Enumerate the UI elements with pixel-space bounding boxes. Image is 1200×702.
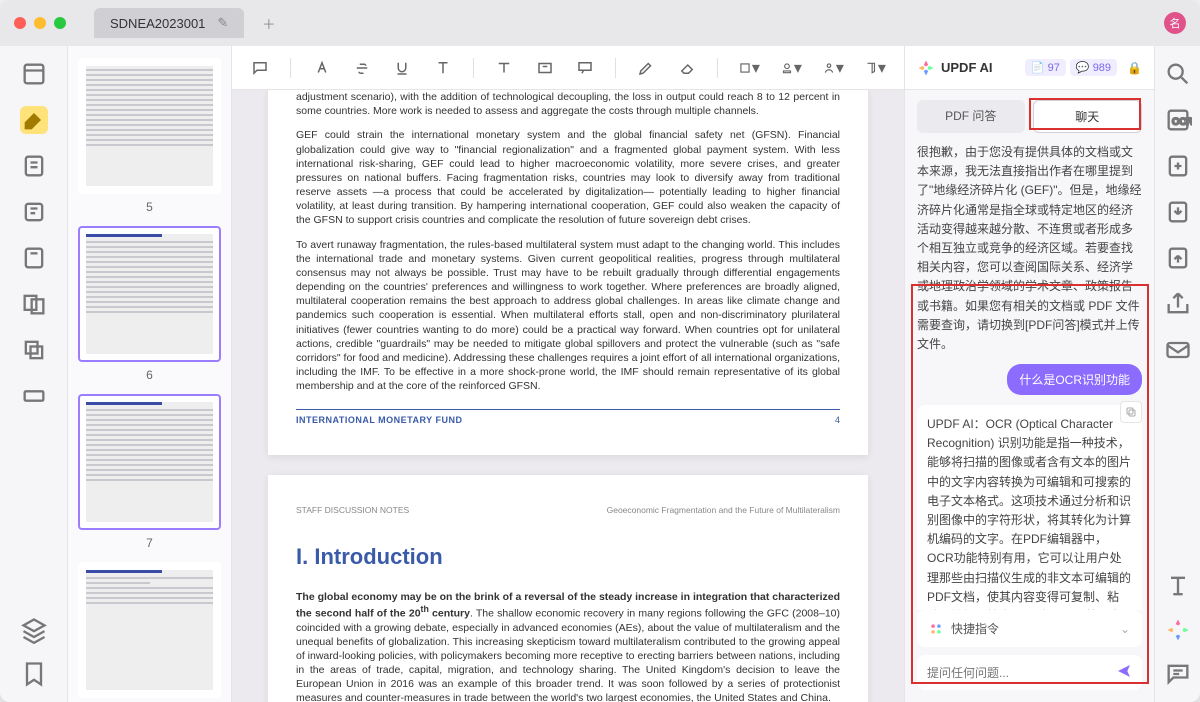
copy-icon[interactable] [1120,401,1142,423]
tab-chat[interactable]: 聊天 [1033,100,1143,133]
upload-icon[interactable] [1164,244,1192,272]
page-thumb[interactable] [78,394,221,530]
underline-icon[interactable] [392,57,412,79]
textbox-icon[interactable] [534,57,554,79]
callout-icon[interactable] [575,57,595,79]
quick-label: 快捷指令 [951,620,999,637]
chat-icon[interactable] [1164,660,1192,688]
page-organize-icon[interactable] [20,290,48,318]
search-icon[interactable] [1164,60,1192,88]
highlight-icon[interactable] [20,106,48,134]
body-text: To avert runaway fragmentation, the rule… [296,238,840,394]
ai-message: 很抱歉，由于您没有提供具体的文档或文本来源，我无法直接指出作者在哪里提到了"地缘… [917,143,1142,354]
format-toolbar: ▾ ▾ ▾ ▾ [232,46,904,90]
ai-answer-text: UPDF AI：OCR (Optical Character Recogniti… [927,415,1132,610]
eraser-icon[interactable] [677,57,697,79]
sticker-icon[interactable]: ▾ [864,57,886,79]
pdf-page: STAFF DISCUSSION NOTES Geoeconomic Fragm… [268,475,868,702]
section-heading: I. Introduction [296,542,840,572]
updf-ai-logo-icon [917,59,935,77]
chevron-down-icon: ⌄ [1120,622,1130,636]
header-left: STAFF DISCUSSION NOTES [296,505,409,516]
body-text: The global economy may be on the brink o… [296,590,840,702]
tab-pdf-qa[interactable]: PDF 问答 [917,100,1025,133]
ai-panel-title: UPDF AI [941,60,993,75]
header-right: Geoeconomic Fragmentation and the Future… [607,505,840,516]
ai-message-card: UPDF AI：OCR (Optical Character Recogniti… [917,405,1142,610]
lock-icon[interactable]: 🔒 [1127,61,1142,75]
sparkle-icon [929,622,943,636]
layers-icon[interactable] [20,616,48,644]
note-icon[interactable] [20,152,48,180]
crop-icon[interactable] [20,336,48,364]
thumb-number: 7 [78,536,221,550]
user-message: 什么是OCR识别功能 [917,364,1142,395]
credit-badge[interactable]: 💬 989 [1070,59,1117,76]
minimize-window[interactable] [34,17,46,29]
form-icon[interactable] [20,198,48,226]
quick-commands[interactable]: 快捷指令 ⌄ [917,610,1142,647]
tab-title: SDNEA2023001 [110,16,205,31]
thumbnail-panel: 5 6 7 8 [68,46,232,702]
text-style-icon[interactable] [433,57,453,79]
text-tool-icon[interactable] [1164,572,1192,600]
left-tool-rail [0,46,68,702]
page-viewport[interactable]: adjustment scenario), with the addition … [232,90,904,702]
shape-icon[interactable]: ▾ [738,57,760,79]
email-icon[interactable] [1164,336,1192,364]
page-thumb[interactable] [78,58,221,194]
svg-text:OCR: OCR [1172,117,1192,127]
page-thumb[interactable] [78,562,221,698]
body-text: adjustment scenario), with the addition … [296,90,840,118]
comment-icon[interactable] [250,57,270,79]
close-window[interactable] [14,17,26,29]
chat-scroll[interactable]: 很抱歉，由于您没有提供具体的文档或文本来源，我无法直接指出作者在哪里提到了"地缘… [905,143,1154,610]
ocr-icon[interactable]: OCR [1164,106,1192,134]
right-tool-rail: OCR [1154,46,1200,702]
signature-icon[interactable]: ▾ [822,57,844,79]
footer-left: INTERNATIONAL MONETARY FUND [296,414,463,426]
ai-side-panel: UPDF AI 📄 97 💬 989 🔒 PDF 问答 聊天 很抱歉，由于您没有… [904,46,1154,702]
send-icon[interactable] [1116,663,1132,682]
thumbnails-icon[interactable] [20,60,48,88]
edit-text-icon[interactable] [20,244,48,272]
thumb-number: 6 [78,368,221,382]
ai-icon[interactable] [1164,616,1192,644]
export-icon[interactable] [1164,198,1192,226]
body-text: GEF could strain the international monet… [296,128,840,227]
text-icon[interactable] [494,57,514,79]
bookmark-icon[interactable] [20,660,48,688]
pdf-page: adjustment scenario), with the addition … [268,90,868,455]
pencil-icon[interactable] [636,57,656,79]
chat-input[interactable] [927,666,1116,680]
maximize-window[interactable] [54,17,66,29]
titlebar: SDNEA2023001 ✎ ＋ 名 [0,0,1200,46]
share-icon[interactable] [1164,290,1192,318]
add-tab-icon[interactable]: ＋ [262,14,275,33]
document-tab[interactable]: SDNEA2023001 ✎ [94,8,244,38]
strikethrough-icon[interactable] [352,57,372,79]
thumb-number: 5 [78,200,221,214]
redact-icon[interactable] [20,382,48,410]
add-page-icon[interactable] [1164,152,1192,180]
chat-input-row [917,655,1142,690]
page-number: 4 [835,414,840,426]
edit-tab-icon[interactable]: ✎ [217,15,228,31]
font-color-icon[interactable] [311,57,331,79]
credit-badge[interactable]: 📄 97 [1025,59,1066,76]
stamp-icon[interactable]: ▾ [780,57,802,79]
user-avatar[interactable]: 名 [1164,12,1186,34]
page-thumb[interactable] [78,226,221,362]
